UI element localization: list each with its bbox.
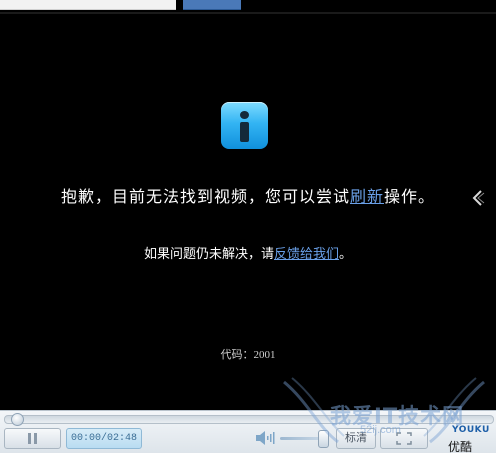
info-stem bbox=[240, 122, 249, 142]
error-message-prefix: 抱歉，目前无法找到视频，您可以尝试 bbox=[60, 189, 350, 206]
info-icon bbox=[221, 102, 268, 149]
play-pause-button[interactable] bbox=[4, 428, 61, 449]
volume-knob[interactable] bbox=[318, 430, 329, 448]
error-message: 抱歉，目前无法找到视频，您可以尝试刷新操作。 bbox=[0, 187, 496, 209]
pause-icon bbox=[28, 433, 38, 444]
top-page-strip bbox=[0, 0, 496, 14]
feedback-prefix: 如果问题仍未解决，请 bbox=[143, 246, 274, 261]
progress-handle[interactable] bbox=[11, 413, 24, 426]
youku-brand[interactable]: YOUKU 优酷 bbox=[436, 425, 492, 453]
volume-slider[interactable] bbox=[280, 437, 322, 440]
search-field-cutoff[interactable] bbox=[0, 0, 176, 10]
progress-bar[interactable] bbox=[4, 413, 494, 426]
feedback-suffix: 。 bbox=[339, 246, 353, 261]
error-code: 代码：2001 bbox=[220, 349, 276, 361]
youku-name: 优酷 bbox=[448, 440, 473, 453]
youku-logo: YOUKU bbox=[452, 425, 490, 435]
info-dot bbox=[240, 111, 249, 119]
chevron-left-icon[interactable] bbox=[468, 188, 488, 208]
time-display: 00:00/02:48 bbox=[66, 428, 142, 449]
feedback-message: 如果问题仍未解决，请反馈给我们。 bbox=[0, 245, 496, 263]
quality-button[interactable]: 标清 bbox=[336, 428, 376, 449]
feedback-link[interactable]: 反馈给我们 bbox=[274, 246, 339, 261]
error-message-suffix: 操作。 bbox=[384, 189, 436, 206]
volume-icon[interactable] bbox=[255, 431, 275, 445]
video-player-page: 抱歉，目前无法找到视频，您可以尝试刷新操作。 如果问题仍未解决，请反馈给我们。 … bbox=[0, 0, 496, 453]
refresh-link[interactable]: 刷新 bbox=[350, 189, 384, 206]
control-bar: 00:00/02:48 标清 YOUKU 优酷 bbox=[0, 410, 496, 453]
video-screen: 抱歉，目前无法找到视频，您可以尝试刷新操作。 如果问题仍未解决，请反馈给我们。 … bbox=[0, 14, 496, 410]
search-button-cutoff[interactable] bbox=[183, 0, 241, 10]
fullscreen-icon bbox=[396, 432, 412, 445]
fullscreen-button[interactable] bbox=[380, 428, 428, 449]
